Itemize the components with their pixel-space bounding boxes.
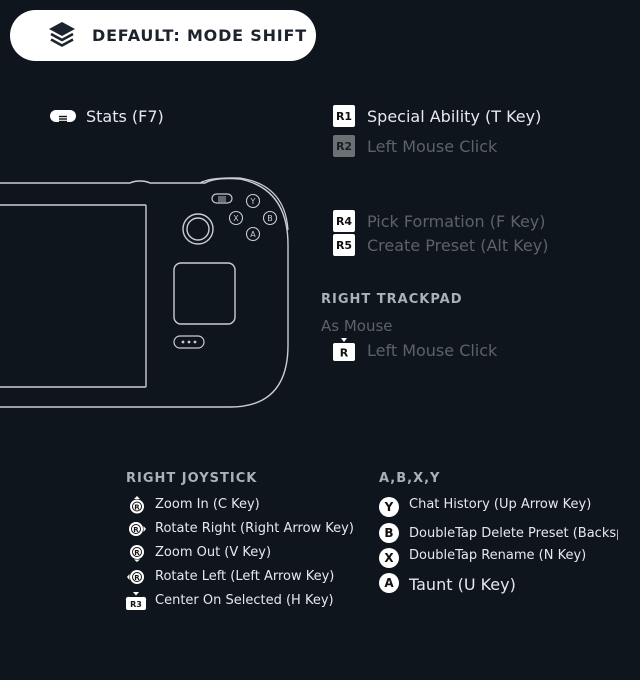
- steam-deck-diagram: Y X B A: [0, 177, 289, 408]
- layers-icon: [49, 22, 75, 47]
- stick-right-icon: R: [129, 522, 146, 536]
- joystick-right-label[interactable]: Rotate Right (Right Arrow Key): [155, 521, 354, 536]
- device-x-letter: X: [233, 214, 239, 223]
- a-button-icon: A: [379, 573, 399, 593]
- mode-shift-pill[interactable]: DEFAULT: MODE SHIFT: [10, 10, 316, 61]
- device-y-letter: Y: [250, 197, 256, 206]
- x-button-icon: X: [379, 548, 399, 568]
- device-a-letter: A: [250, 230, 256, 239]
- device-b-letter: B: [267, 214, 273, 223]
- stick-right-letter: R: [133, 526, 139, 534]
- joystick-left-label[interactable]: Rotate Left (Left Arrow Key): [155, 569, 334, 584]
- mode-label: DEFAULT: MODE SHIFT: [92, 26, 307, 45]
- y-button-icon: Y: [379, 497, 399, 517]
- right-stick-inner: [186, 217, 210, 241]
- stick-up-letter: R: [134, 504, 140, 512]
- right-trackpad-mode[interactable]: As Mouse: [321, 317, 393, 335]
- x-binding-label[interactable]: DoubleTap Rename (N Key): [409, 548, 586, 563]
- r5-button-icon: R5: [333, 234, 355, 256]
- face-buttons-heading: A,B,X,Y: [379, 471, 441, 486]
- stick-down-icon: R: [130, 545, 144, 562]
- stick-up-icon: R: [130, 496, 144, 514]
- trackpad-click-letter: R: [340, 347, 349, 360]
- a-binding-label[interactable]: Taunt (U Key): [409, 575, 516, 594]
- r2-button-icon: R2: [333, 135, 355, 157]
- right-trackpad-heading: RIGHT TRACKPAD: [321, 292, 463, 307]
- r1-binding-label[interactable]: Special Ability (T Key): [367, 107, 541, 126]
- r4-binding-label[interactable]: Pick Formation (F Key): [367, 212, 546, 231]
- device-body-outline: [0, 177, 289, 408]
- r4-button-icon: R4: [333, 210, 355, 232]
- stick-click-letter: R3: [130, 600, 142, 609]
- joystick-down-label[interactable]: Zoom Out (V Key): [155, 545, 271, 560]
- b-binding-clip: DoubleTap Delete Preset (Backspa: [409, 522, 618, 541]
- menu-button-icon: [50, 110, 76, 123]
- stats-binding-label[interactable]: Stats (F7): [86, 107, 164, 126]
- b-button-icon: B: [379, 523, 399, 543]
- b-binding-label[interactable]: DoubleTap Delete Preset (Backspa: [409, 526, 618, 541]
- stick-left-icon: R: [127, 570, 144, 584]
- r5-binding-label[interactable]: Create Preset (Alt Key): [367, 236, 548, 255]
- device-screen-outline: [0, 204, 147, 388]
- stick-down-letter: R: [134, 549, 140, 557]
- joystick-up-label[interactable]: Zoom In (C Key): [155, 497, 260, 512]
- trackpad-click-icon: R: [333, 337, 355, 361]
- stick-click-icon: R3: [125, 592, 147, 610]
- stick-left-letter: R: [134, 574, 140, 582]
- right-joystick-heading: RIGHT JOYSTICK: [126, 471, 258, 486]
- trackpad-click-label[interactable]: Left Mouse Click: [367, 341, 497, 360]
- joystick-click-label[interactable]: Center On Selected (H Key): [155, 593, 334, 608]
- right-trackpad-outline: [173, 262, 236, 325]
- r1-button-icon: R1: [333, 105, 355, 127]
- device-menu-button: [211, 193, 233, 204]
- y-binding-label[interactable]: Chat History (Up Arrow Key): [409, 497, 591, 512]
- r2-binding-label[interactable]: Left Mouse Click: [367, 137, 497, 156]
